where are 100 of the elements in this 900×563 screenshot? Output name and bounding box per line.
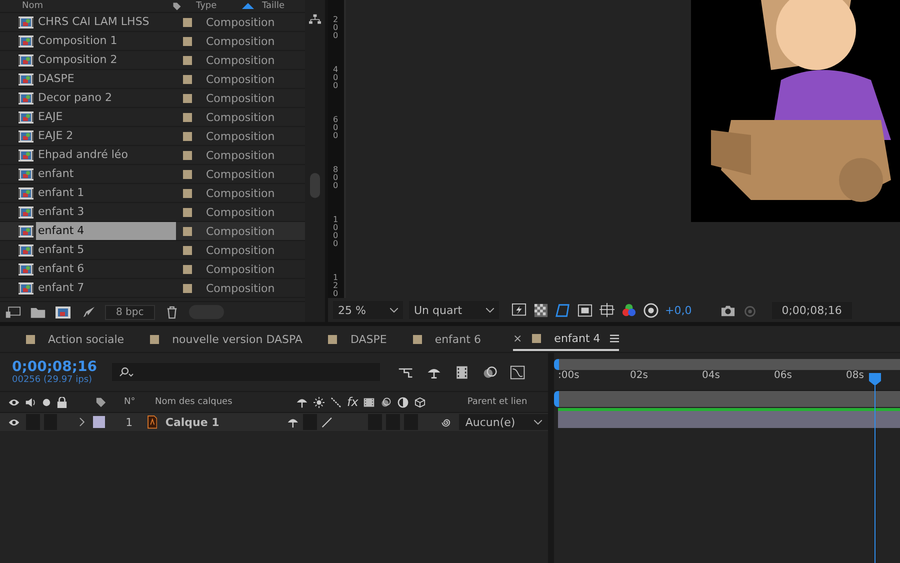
label-swatch[interactable] <box>183 112 192 122</box>
column-header: Parent et lien <box>467 397 528 407</box>
eye-icon <box>8 416 20 428</box>
project-item[interactable]: Composition 2 Composition <box>0 51 305 70</box>
item-type: Composition <box>206 110 275 124</box>
layer-row[interactable]: 1 Calque 1 Aucun(e) <box>0 413 548 431</box>
project-item[interactable]: enfant Composition <box>0 165 305 184</box>
label-swatch[interactable] <box>183 226 192 236</box>
composition-tab[interactable]: DASPE <box>328 327 387 351</box>
color-channels-icon[interactable] <box>621 302 637 318</box>
project-item[interactable]: enfant 4 Composition <box>0 222 305 241</box>
layer-name[interactable]: Calque 1 <box>165 416 284 428</box>
graph-editor-icon[interactable] <box>510 364 526 380</box>
speaker-icon <box>25 396 37 408</box>
item-name: Composition 1 <box>37 33 118 49</box>
label-swatch[interactable] <box>183 74 192 84</box>
composition-tab[interactable]: nouvelle version DASPA <box>150 327 302 351</box>
caret-icon <box>534 420 542 424</box>
ruler-label: 400 <box>333 66 339 90</box>
frame-count: 00256 (29.97 ips) <box>12 375 94 385</box>
timecode-field[interactable]: 0;00;08;16 <box>772 302 852 318</box>
label-swatch[interactable] <box>183 208 192 216</box>
project-item[interactable]: enfant 1 Composition <box>0 184 305 203</box>
new-composition-icon[interactable] <box>55 306 71 318</box>
navigator-handle[interactable] <box>554 359 559 370</box>
time-tick-label: 04s <box>702 370 721 381</box>
solo-dot-icon <box>42 398 51 406</box>
composition-tab[interactable]: enfant 6 <box>412 327 481 351</box>
label-swatch[interactable] <box>183 94 192 102</box>
project-item[interactable]: enfant 5 Composition <box>0 241 305 260</box>
label-color[interactable] <box>93 416 105 428</box>
label-swatch <box>532 334 542 342</box>
column-header[interactable]: Taille <box>262 0 285 12</box>
item-type: Composition <box>206 244 275 256</box>
label-swatch[interactable] <box>183 246 192 254</box>
label-swatch[interactable] <box>183 150 192 160</box>
current-time-display[interactable]: 0;00;08;16 <box>12 359 100 375</box>
item-type: Composition <box>206 262 275 276</box>
folder-icon[interactable] <box>30 306 46 318</box>
label-swatch[interactable] <box>183 188 192 198</box>
exposure-value[interactable]: +0,0 <box>665 304 692 316</box>
flowchart-icon[interactable] <box>309 14 321 25</box>
label-swatch[interactable] <box>183 264 192 274</box>
label-swatch[interactable] <box>183 132 192 140</box>
label-swatch <box>26 334 35 344</box>
sort-arrow-icon <box>242 3 254 9</box>
project-item[interactable]: DASPE Composition <box>0 70 305 89</box>
tag-icon <box>95 396 107 408</box>
work-area-handle[interactable] <box>554 391 559 407</box>
project-item[interactable]: enfant 6 Composition <box>0 260 305 279</box>
project-item[interactable]: Decor pano 2 Composition <box>0 89 305 108</box>
sun-icon <box>313 396 325 408</box>
menu-icon[interactable] <box>610 334 620 342</box>
item-type: Composition <box>206 54 275 66</box>
column-header: Nom des calques <box>155 397 234 407</box>
composition-icon <box>18 224 34 238</box>
composition-tab[interactable]: × enfant 4 <box>512 327 620 351</box>
column-header: N° <box>124 397 136 407</box>
column-header[interactable]: Nom <box>22 0 172 12</box>
resolution-dropdown[interactable]: Un quart <box>409 301 499 319</box>
item-name: enfant 5 <box>37 242 86 258</box>
label-swatch[interactable] <box>183 36 192 46</box>
item-name: enfant 1 <box>37 185 86 201</box>
item-type: Composition <box>206 206 275 218</box>
item-name: CHRS CAI LAM LHSS <box>37 14 150 30</box>
scrollbar-thumb[interactable] <box>310 173 320 198</box>
composition-tab[interactable]: Action sociale <box>26 327 124 351</box>
label-swatch[interactable] <box>183 56 192 64</box>
search-icon <box>118 367 134 377</box>
ruler-label: 1000 <box>333 216 339 248</box>
label-swatch <box>412 334 422 344</box>
project-item[interactable]: EAJE Composition <box>0 108 305 127</box>
composition-icon <box>18 186 34 200</box>
fast-preview-icon[interactable] <box>511 302 527 318</box>
item-type: Composition <box>206 282 275 294</box>
parent-dropdown[interactable]: Aucun(e) <box>459 414 548 430</box>
item-name: EAJE 2 <box>37 128 74 144</box>
zoom-dropdown[interactable]: 25 % <box>333 301 403 319</box>
playhead[interactable] <box>869 373 881 563</box>
search-field[interactable] <box>112 363 380 381</box>
composition-icon <box>18 34 34 48</box>
item-name: enfant 7 <box>37 280 86 296</box>
project-item[interactable]: Composition 1 Composition <box>0 32 305 51</box>
item-name: Ehpad andré léo <box>37 147 129 163</box>
project-item[interactable]: enfant 7 Composition <box>0 279 305 298</box>
item-type: Composition <box>206 34 275 48</box>
visibility-toggle[interactable] <box>6 416 22 428</box>
project-item[interactable]: CHRS CAI LAM LHSS Composition <box>0 13 305 32</box>
bit-depth-button[interactable]: 8 bpc <box>105 304 155 320</box>
item-type: Composition <box>206 72 275 86</box>
column-header[interactable]: Type <box>196 0 242 12</box>
label-swatch[interactable] <box>183 170 192 178</box>
project-item[interactable]: Ehpad andré léo Composition <box>0 146 305 165</box>
time-tick-label: 02s <box>630 370 649 381</box>
label-swatch[interactable] <box>183 18 192 26</box>
label-swatch[interactable] <box>183 284 192 292</box>
transparency-grid-icon[interactable] <box>533 302 549 318</box>
close-tab-button[interactable]: × <box>512 332 522 344</box>
project-item[interactable]: EAJE 2 Composition <box>0 127 305 146</box>
time-tick-label: :00s <box>558 370 580 381</box>
